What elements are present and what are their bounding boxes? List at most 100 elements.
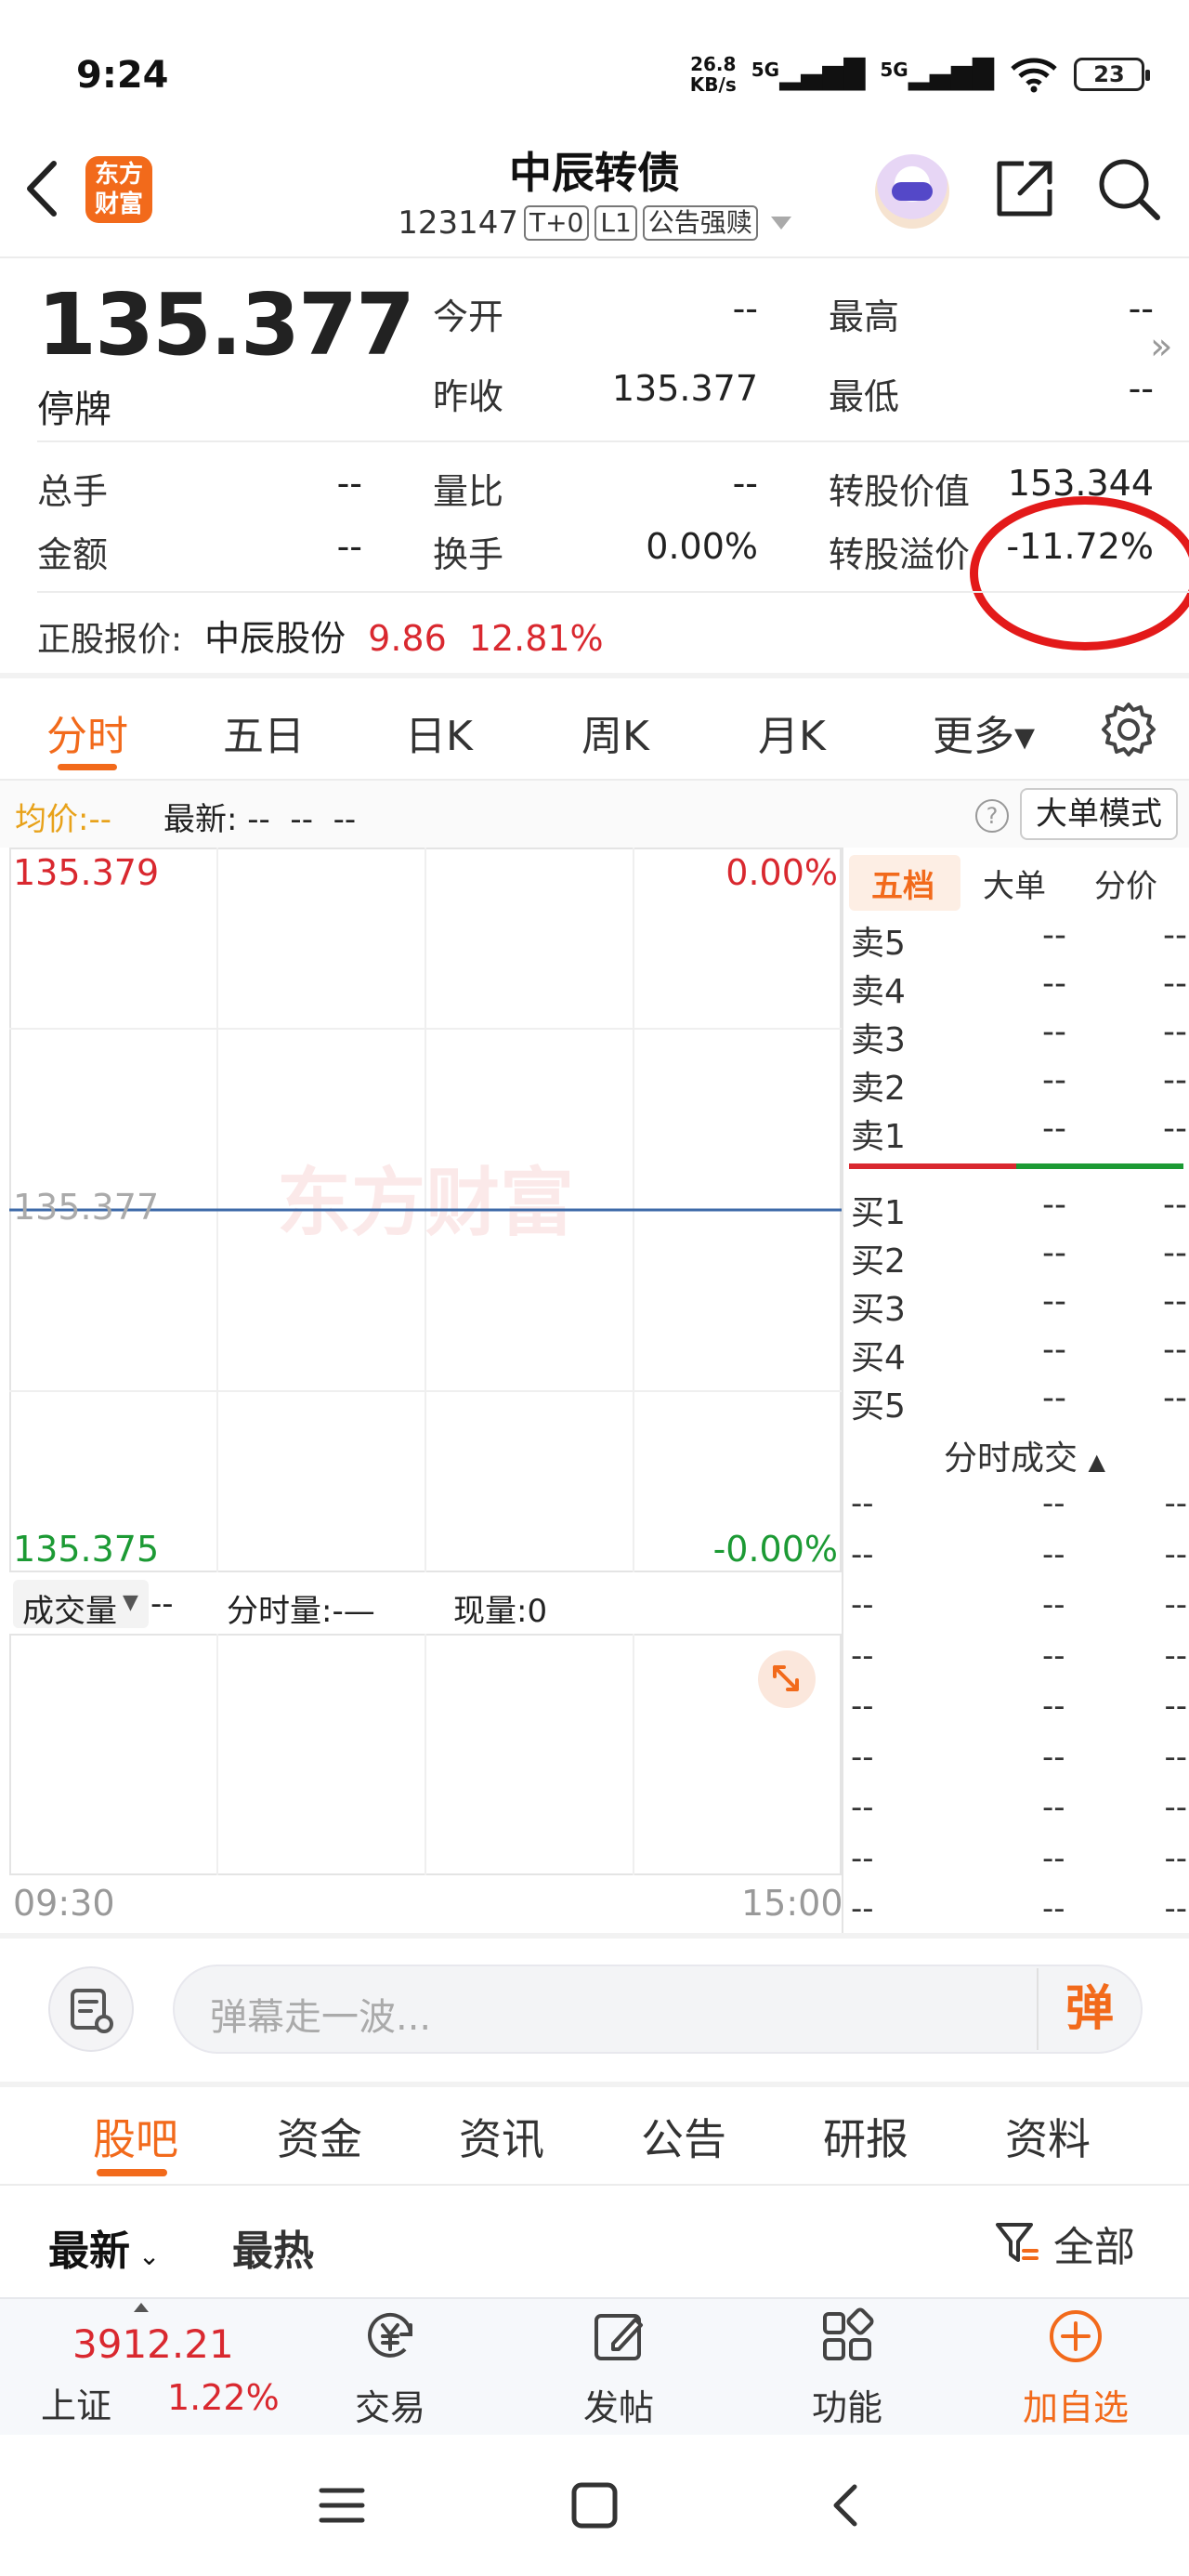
tab-five-day[interactable]: 五日 bbox=[223, 703, 305, 762]
chart-bottom-price: 135.375 bbox=[13, 1529, 159, 1570]
tick-row: -- -- -- bbox=[851, 1536, 1187, 1586]
tick-time: -- bbox=[851, 1839, 874, 1877]
ask-row: 卖5 -- -- bbox=[851, 916, 1187, 965]
underlying-name: 中辰股份 bbox=[204, 618, 346, 659]
bid-level-label: 买1 bbox=[851, 1194, 906, 1232]
chart-mid-price: 135.377 bbox=[13, 1187, 159, 1228]
tick-row: -- -- -- bbox=[851, 1789, 1187, 1839]
tick-time: -- bbox=[851, 1789, 874, 1826]
chart-top-pct: 0.00% bbox=[725, 852, 838, 893]
tag-l1: L1 bbox=[594, 205, 637, 241]
tab-daily-k[interactable]: 日K bbox=[405, 703, 473, 762]
chart-settings-button[interactable] bbox=[1100, 701, 1157, 758]
security-code: 123147 bbox=[398, 204, 518, 242]
post-button[interactable]: 发帖 bbox=[544, 2307, 693, 2430]
tick-price: -- bbox=[1042, 1839, 1065, 1877]
tab-more[interactable]: 更多▾ bbox=[933, 703, 1035, 762]
sort-hottest[interactable]: 最热 bbox=[232, 2217, 314, 2277]
chevron-down-icon: ⌄ bbox=[130, 2241, 161, 2271]
double-chevron-right-icon[interactable]: » bbox=[1150, 325, 1172, 368]
tick-row: -- -- -- bbox=[851, 1739, 1187, 1789]
tick-trades-title[interactable]: 分时成交 ▲ bbox=[944, 1431, 1105, 1479]
volume-chart[interactable] bbox=[9, 1634, 842, 1875]
bid-volume: -- bbox=[1163, 1282, 1187, 1321]
menu-icon[interactable] bbox=[316, 2479, 368, 2531]
sort-newest[interactable]: 最新 ⌄ bbox=[48, 2217, 160, 2277]
bid-row: 买1 -- -- bbox=[851, 1186, 1187, 1234]
underlying-stock-row[interactable]: 正股报价: 中辰股份 9.86 12.81% bbox=[37, 610, 604, 661]
tick-price: -- bbox=[1042, 1535, 1065, 1573]
big-order-mode-button[interactable]: 大单模式 bbox=[1020, 788, 1178, 840]
prev-close-label: 昨收 bbox=[433, 376, 504, 417]
tick-volume: -- bbox=[1164, 1839, 1187, 1877]
tick-price: -- bbox=[1042, 1636, 1065, 1675]
tab-big-orders[interactable]: 大单 bbox=[983, 861, 1046, 906]
ask-price: -- bbox=[1042, 1110, 1066, 1148]
bid-level-label: 买2 bbox=[851, 1242, 906, 1281]
net-speed: 26.8 KB/s bbox=[689, 53, 737, 96]
ai-assistant-robot-icon[interactable] bbox=[875, 154, 949, 229]
tab-funds[interactable]: 资金 bbox=[277, 2106, 362, 2167]
tick-price: -- bbox=[1042, 1789, 1065, 1826]
share-button[interactable] bbox=[992, 156, 1057, 221]
trade-button[interactable]: 交易 bbox=[316, 2307, 464, 2430]
index-value[interactable]: 3912.21 bbox=[72, 2321, 234, 2367]
nav-back-icon[interactable] bbox=[821, 2479, 873, 2531]
danmaku-settings-button[interactable] bbox=[48, 1966, 134, 2052]
tab-monthly-k[interactable]: 月K bbox=[758, 703, 826, 762]
ask-row: 卖2 -- -- bbox=[851, 1061, 1187, 1110]
battery-icon: 23 bbox=[1074, 58, 1150, 91]
high-label: 最高 bbox=[829, 296, 900, 337]
bid-volume: -- bbox=[1163, 1186, 1187, 1224]
functions-button[interactable]: 功能 bbox=[773, 2307, 921, 2430]
tick-volume: -- bbox=[1164, 1535, 1187, 1573]
tab-announcements[interactable]: 公告 bbox=[641, 2106, 726, 2167]
danmaku-send-button[interactable]: 弹 bbox=[1037, 1968, 1141, 2050]
tick-row: -- -- -- bbox=[851, 1586, 1187, 1636]
tab-five-levels[interactable]: 五档 bbox=[871, 861, 934, 906]
tab-intraday[interactable]: 分时 bbox=[46, 703, 128, 762]
latest-price: 最新: -- -- -- bbox=[163, 801, 357, 838]
tag-redemption-notice: 公告强赎 bbox=[642, 205, 758, 241]
filter-button[interactable]: 全部 bbox=[994, 2214, 1135, 2273]
tab-price-distribution[interactable]: 分价 bbox=[1094, 861, 1157, 906]
amount-label: 金额 bbox=[37, 534, 109, 575]
intraday-chart[interactable]: 东方财富 135.379 0.00% 135.377 135.375 -0.00… bbox=[9, 848, 842, 1572]
signal-5g-icon: 5G▂▄▆█ bbox=[880, 58, 994, 91]
wifi-icon bbox=[1011, 58, 1057, 93]
triangle-up-icon bbox=[134, 2303, 149, 2312]
bid-volume: -- bbox=[1163, 1331, 1187, 1369]
volume-value: -- bbox=[150, 1585, 174, 1623]
triangle-up-icon: ▲ bbox=[1088, 1449, 1105, 1475]
bid-row: 买3 -- -- bbox=[851, 1282, 1187, 1331]
current-price: 135.377 bbox=[37, 275, 415, 375]
tab-news[interactable]: 资讯 bbox=[459, 2106, 544, 2167]
ask-level-label: 卖5 bbox=[851, 925, 906, 963]
search-button[interactable] bbox=[1094, 154, 1163, 223]
bid-level-label: 买5 bbox=[851, 1387, 906, 1426]
tick-row: -- -- -- bbox=[851, 1485, 1187, 1535]
quote-divider bbox=[37, 440, 1189, 442]
filter-icon bbox=[996, 2223, 1039, 2262]
ask-level-label: 卖3 bbox=[851, 1021, 906, 1059]
tick-volume: -- bbox=[1164, 1586, 1187, 1623]
home-icon[interactable] bbox=[568, 2479, 621, 2531]
bid-level-label: 买4 bbox=[851, 1339, 906, 1377]
ask-level-label: 卖4 bbox=[851, 973, 906, 1011]
tab-profile[interactable]: 资料 bbox=[1005, 2106, 1091, 2167]
current-volume: 现量:0 bbox=[453, 1593, 548, 1630]
expand-icon bbox=[773, 1665, 799, 1691]
tick-price: -- bbox=[1042, 1738, 1065, 1776]
ask-level-label: 卖2 bbox=[851, 1070, 906, 1108]
fullscreen-button[interactable] bbox=[758, 1650, 816, 1708]
tab-weekly-k[interactable]: 周K bbox=[581, 703, 649, 762]
active-tab-indicator bbox=[58, 764, 117, 770]
tab-forum[interactable]: 股吧 bbox=[93, 2106, 178, 2167]
help-icon[interactable]: ? bbox=[975, 799, 1009, 833]
status-icons: 26.8 KB/s 5G▂▄▆█ 5G▂▄▆█ 23 bbox=[689, 53, 1150, 96]
ask-bid-split-green bbox=[1016, 1163, 1183, 1169]
tick-time: -- bbox=[851, 1688, 874, 1725]
tab-research[interactable]: 研报 bbox=[823, 2106, 908, 2167]
add-watchlist-button[interactable]: 加自选 bbox=[1001, 2307, 1150, 2430]
share-icon bbox=[997, 161, 1052, 217]
